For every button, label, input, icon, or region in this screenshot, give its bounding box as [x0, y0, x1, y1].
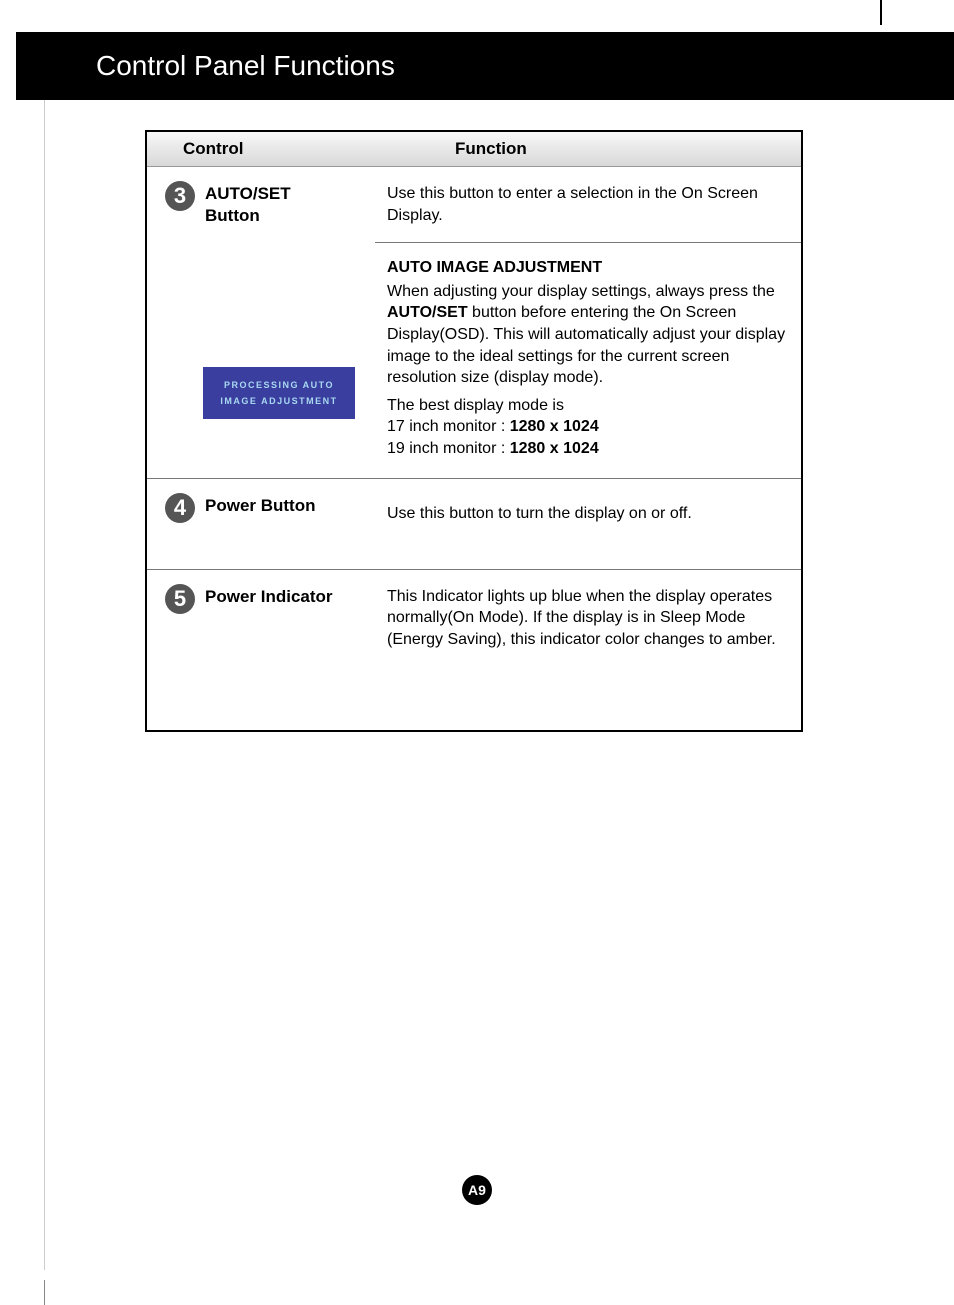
column-header-function: Function — [375, 139, 801, 159]
best-mode-line: The best display mode is — [387, 395, 787, 417]
function-text: Use this button to enter a selection in … — [387, 183, 787, 226]
function-cell: Use this button to enter a selection in … — [375, 167, 801, 478]
content-area: Control Function 3 AUTO/SETButton PROCES… — [44, 100, 882, 1270]
table-header: Control Function — [147, 132, 801, 167]
control-function-table: Control Function 3 AUTO/SETButton PROCES… — [145, 130, 803, 732]
control-label-text: AUTO/SETButton — [205, 184, 291, 225]
manual-page: Control Panel Functions Control Function… — [0, 0, 954, 1305]
osd-line1: PROCESSING AUTO — [224, 377, 334, 393]
step-number-icon: 3 — [165, 181, 195, 211]
sub-heading: AUTO IMAGE ADJUSTMENT — [387, 257, 787, 279]
control-label-wrap: 5 Power Indicator — [165, 584, 367, 614]
section-header-bar: Control Panel Functions — [16, 32, 954, 100]
page-number-badge: A9 — [462, 1175, 492, 1205]
column-header-control: Control — [147, 139, 375, 159]
table-row: 4 Power Button Use this button to turn t… — [147, 479, 801, 570]
control-label: AUTO/SETButton — [205, 181, 291, 227]
control-label-wrap: 3 AUTO/SETButton — [165, 181, 367, 227]
function-cell: This Indicator lights up blue when the d… — [375, 570, 801, 730]
control-cell: 5 Power Indicator — [147, 570, 375, 730]
control-label: Power Indicator — [205, 584, 333, 608]
function-text: This Indicator lights up blue when the d… — [387, 586, 787, 651]
res17-val: 1280 x 1024 — [510, 418, 599, 435]
sub-text-bold: AUTO/SET — [387, 304, 468, 321]
control-label-wrap: 4 Power Button — [165, 493, 367, 523]
step-number-icon: 4 — [165, 493, 195, 523]
section-title: Control Panel Functions — [96, 50, 395, 82]
res17-pre: 17 inch monitor : — [387, 418, 510, 435]
control-cell: 4 Power Button — [147, 479, 375, 569]
bottom-crop-mark — [44, 1280, 45, 1305]
osd-line2: IMAGE ADJUSTMENT — [220, 393, 337, 409]
resolution-19: 19 inch monitor : 1280 x 1024 — [387, 438, 787, 460]
res19-val: 1280 x 1024 — [510, 440, 599, 457]
step-number-icon: 5 — [165, 584, 195, 614]
function-cell: Use this button to turn the display on o… — [375, 479, 801, 569]
sub-function: AUTO IMAGE ADJUSTMENT When adjusting you… — [387, 243, 787, 459]
osd-preview-box: PROCESSING AUTO IMAGE ADJUSTMENT — [203, 367, 355, 419]
control-cell: 3 AUTO/SETButton PROCESSING AUTO IMAGE A… — [147, 167, 375, 478]
function-text: Use this button to turn the display on o… — [387, 503, 787, 525]
sub-text-pre: When adjusting your display settings, al… — [387, 283, 775, 300]
resolution-17: 17 inch monitor : 1280 x 1024 — [387, 416, 787, 438]
res19-pre: 19 inch monitor : — [387, 440, 510, 457]
table-row: 3 AUTO/SETButton PROCESSING AUTO IMAGE A… — [147, 167, 801, 479]
control-label: Power Button — [205, 493, 316, 517]
sub-text: When adjusting your display settings, al… — [387, 281, 787, 389]
table-row: 5 Power Indicator This Indicator lights … — [147, 570, 801, 730]
